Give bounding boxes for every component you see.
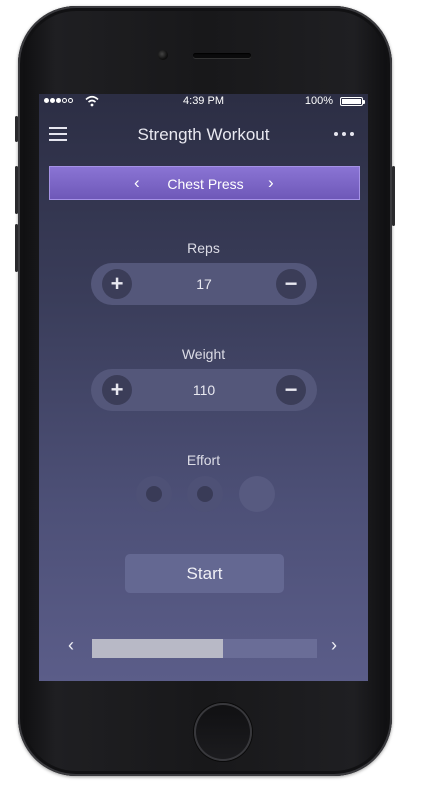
progress-fill	[92, 639, 223, 658]
chevron-right-icon[interactable]: ›	[331, 635, 337, 656]
power-button	[392, 166, 395, 226]
start-button[interactable]: Start	[125, 554, 284, 593]
reps-decrease-button[interactable]: −	[276, 269, 306, 299]
weight-stepper: + 110 −	[91, 369, 317, 411]
weight-label: Weight	[181, 346, 226, 362]
home-button[interactable]	[194, 703, 252, 761]
effort-dot[interactable]	[239, 476, 275, 512]
chevron-left-icon[interactable]: ‹	[68, 635, 74, 656]
earpiece-speaker	[193, 53, 251, 58]
battery-icon	[340, 97, 365, 106]
page-title: Strength Workout	[137, 125, 270, 144]
more-dots-icon[interactable]	[334, 132, 354, 136]
exercise-selector: ‹ Chest Press ›	[49, 166, 360, 200]
status-bar: 4:39 PM 100%	[39, 94, 368, 110]
volume-up-button	[15, 166, 18, 214]
volume-down-button	[15, 224, 18, 272]
weight-decrease-button[interactable]: −	[276, 375, 306, 405]
effort-label: Effort	[186, 452, 221, 468]
front-camera	[158, 50, 168, 60]
chevron-right-icon[interactable]: ›	[268, 173, 274, 193]
exercise-name: Chest Press	[167, 176, 244, 192]
reps-stepper: + 17 −	[91, 263, 317, 305]
effort-dot[interactable]	[187, 476, 223, 512]
battery-percent: 100%	[304, 95, 333, 107]
effort-dot[interactable]	[136, 476, 172, 512]
mute-switch	[15, 116, 18, 142]
app-header: Strength Workout	[39, 110, 368, 162]
progress-bar	[92, 639, 317, 658]
app-screen: 4:39 PM 100% Strength Workout ‹ Chest Pr…	[39, 94, 368, 681]
reps-label: Reps	[187, 240, 220, 256]
